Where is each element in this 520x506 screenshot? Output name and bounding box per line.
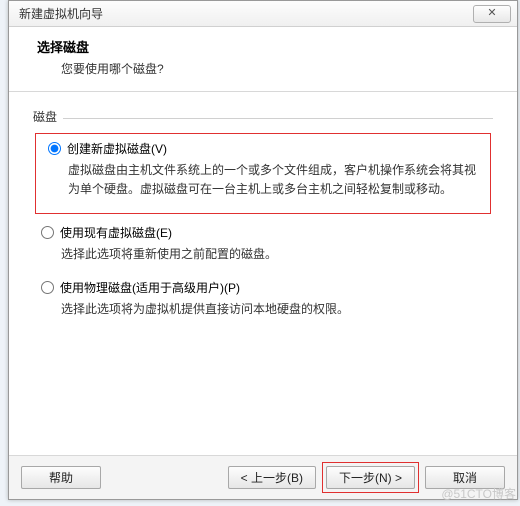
close-button[interactable]: ✕ bbox=[473, 5, 511, 23]
groupbox-divider bbox=[63, 118, 493, 119]
next-button[interactable]: 下一步(N) > bbox=[326, 466, 415, 489]
cancel-button[interactable]: 取消 bbox=[425, 466, 505, 489]
help-button[interactable]: 帮助 bbox=[21, 466, 101, 489]
option-create-disk[interactable]: 创建新虚拟磁盘(V) bbox=[48, 140, 486, 157]
option-existing-desc: 选择此选项将重新使用之前配置的磁盘。 bbox=[61, 245, 491, 264]
radio-physical-disk[interactable] bbox=[41, 281, 54, 294]
groupbox-label: 磁盘 bbox=[33, 108, 493, 125]
window-title: 新建虚拟机向导 bbox=[19, 5, 103, 22]
disk-groupbox: 磁盘 创建新虚拟磁盘(V) 虚拟磁盘由主机文件系统上的一个或多个文件组成，客户机… bbox=[33, 108, 493, 319]
titlebar: 新建虚拟机向导 ✕ bbox=[9, 1, 517, 27]
option-existing-disk[interactable]: 使用现有虚拟磁盘(E) bbox=[41, 224, 493, 241]
option-create-label: 创建新虚拟磁盘(V) bbox=[67, 140, 167, 157]
back-button[interactable]: < 上一步(B) bbox=[228, 466, 316, 489]
radio-existing-disk[interactable] bbox=[41, 226, 54, 239]
highlight-selected-option: 创建新虚拟磁盘(V) 虚拟磁盘由主机文件系统上的一个或多个文件组成，客户机操作系… bbox=[35, 133, 491, 214]
header-subtitle: 您要使用哪个磁盘? bbox=[61, 60, 497, 77]
option-existing-label: 使用现有虚拟磁盘(E) bbox=[60, 224, 172, 241]
wizard-header: 选择磁盘 您要使用哪个磁盘? bbox=[9, 27, 517, 92]
wizard-content: 磁盘 创建新虚拟磁盘(V) 虚拟磁盘由主机文件系统上的一个或多个文件组成，客户机… bbox=[9, 92, 517, 466]
wizard-footer: 帮助 < 上一步(B) 下一步(N) > 取消 bbox=[9, 455, 517, 499]
option-physical-desc: 选择此选项将为虚拟机提供直接访问本地硬盘的权限。 bbox=[61, 300, 491, 319]
highlight-next-button: 下一步(N) > bbox=[322, 462, 419, 493]
radio-create-disk[interactable] bbox=[48, 142, 61, 155]
header-title: 选择磁盘 bbox=[37, 37, 497, 56]
option-create-desc: 虚拟磁盘由主机文件系统上的一个或多个文件组成，客户机操作系统会将其视为单个硬盘。… bbox=[68, 161, 486, 199]
option-physical-disk[interactable]: 使用物理磁盘(适用于高级用户)(P) bbox=[41, 279, 493, 296]
close-icon: ✕ bbox=[487, 8, 496, 19]
wizard-window: 新建虚拟机向导 ✕ 选择磁盘 您要使用哪个磁盘? 磁盘 创建新虚拟磁盘(V) 虚… bbox=[8, 0, 518, 500]
option-physical-label: 使用物理磁盘(适用于高级用户)(P) bbox=[60, 279, 240, 296]
